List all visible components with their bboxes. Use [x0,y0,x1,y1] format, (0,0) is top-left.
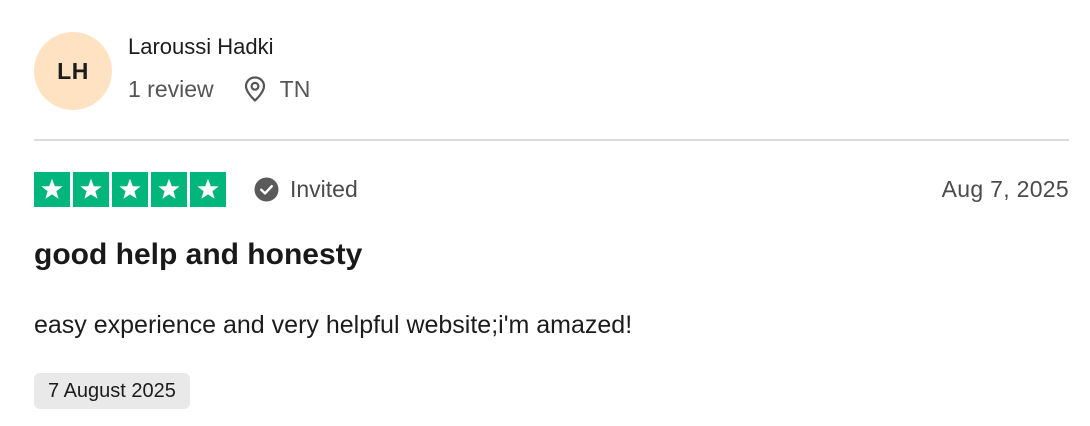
star-icon [41,178,63,199]
star-rating [34,171,226,207]
star-icon [158,178,180,199]
star-4 [151,171,187,207]
star-icon [80,178,102,199]
star-1 [34,171,70,207]
invited-badge[interactable]: Invited [254,176,358,203]
location-pin-icon [244,76,265,102]
country-code: TN [279,76,311,102]
reviewer-meta: 1 review TN [128,75,310,103]
experience-date-chip: 7 August 2025 [34,373,190,409]
check-circle-icon [254,177,279,201]
star-5 [190,171,226,207]
star-2 [73,171,109,207]
review-title[interactable]: good help and honesty [34,236,362,274]
experience-date: 7 August 2025 [48,379,176,402]
divider [34,139,1069,141]
star-icon [197,178,219,199]
invited-label: Invited [290,175,358,202]
avatar[interactable]: LH [34,32,112,110]
reviewer-header: LH Laroussi Hadki 1 review TN [34,31,310,111]
review-count: 1 review [128,76,214,102]
reviewer-location: TN [244,75,311,103]
star-3 [112,171,148,207]
rating-row: Invited Aug 7, 2025 [34,171,1069,207]
star-icon [119,178,141,199]
review-date: Aug 7, 2025 [941,175,1069,202]
reviewer-info: Laroussi Hadki 1 review TN [128,34,310,103]
review-body: easy experience and very helpful website… [34,311,633,339]
reviewer-name[interactable]: Laroussi Hadki [128,33,310,61]
